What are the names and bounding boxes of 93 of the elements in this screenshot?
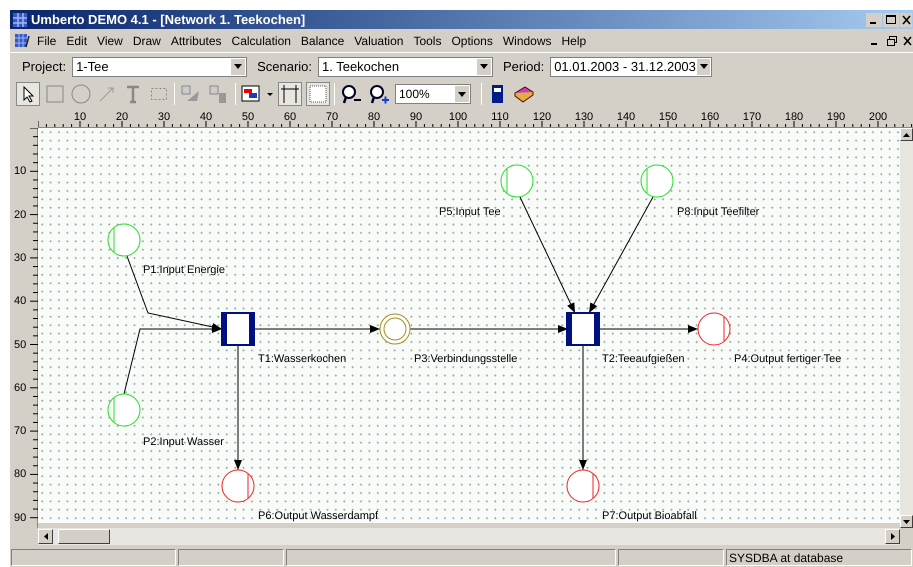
scroll-right-icon[interactable] <box>890 533 894 540</box>
maximize-button[interactable] <box>883 12 899 26</box>
ruler-label: 140 <box>616 110 636 125</box>
scroll-thumb[interactable] <box>58 529 110 544</box>
node-label: P4:Output fertiger Tee <box>734 352 842 367</box>
ruler-label: 50 <box>242 110 254 125</box>
menu-item[interactable]: Tools <box>408 32 446 50</box>
ruler-label: 170 <box>742 110 762 125</box>
grid-frame-tool[interactable] <box>278 82 302 106</box>
output-place <box>698 312 730 346</box>
restore-button[interactable] <box>884 34 900 48</box>
ruler-label: 80 <box>14 467 26 482</box>
ruler-label: 30 <box>14 250 26 266</box>
caret-icon[interactable] <box>458 92 466 96</box>
window-title: Umberto DEMO 4.1 - [Network 1. Teekochen] <box>31 10 306 29</box>
node-label: P8:Input Teefilter <box>677 205 760 220</box>
ruler-label: 10 <box>74 110 86 125</box>
zoom-in-icon[interactable] <box>367 83 391 105</box>
node-label: P6:Output Wasserdampf <box>258 509 378 524</box>
ruler-label: 100 <box>448 110 468 125</box>
ruler-label: 50 <box>14 337 26 352</box>
ruler-label: 160 <box>700 110 720 125</box>
document-icon <box>14 33 32 49</box>
node-label: T1:Wasserkochen <box>258 352 346 367</box>
minimize-button[interactable] <box>866 12 882 26</box>
ruler-label: 180 <box>784 110 804 125</box>
menu-item[interactable]: Windows <box>498 32 557 50</box>
ruler-label: 150 <box>658 110 678 125</box>
menu-item[interactable]: Draw <box>128 32 166 50</box>
ruler-label: 70 <box>326 110 338 125</box>
ruler-label: 60 <box>14 380 26 396</box>
output-place <box>566 470 600 502</box>
zoom-dropdown[interactable]: 100% <box>395 84 471 104</box>
close-button[interactable] <box>900 12 912 26</box>
transition-box <box>221 312 255 346</box>
field-label: Period: <box>503 58 544 76</box>
menu-item[interactable]: Attributes <box>166 32 227 50</box>
field-label: Scenario: <box>257 58 312 76</box>
zoom-out-icon[interactable] <box>339 83 363 105</box>
menu-item[interactable]: File <box>32 32 62 50</box>
app-icon <box>12 12 28 28</box>
menu-item[interactable]: Edit <box>61 32 92 50</box>
dropdown[interactable]: 01.01.2003 - 31.12.2003 <box>550 56 712 76</box>
ruler-label: 200 <box>868 110 888 125</box>
menu-item[interactable]: Balance <box>296 32 350 50</box>
node-label: P3:Verbindungsstelle <box>414 352 518 367</box>
dropdown[interactable]: 1. Teekochen <box>318 56 493 76</box>
scroll-down-icon[interactable] <box>903 520 910 524</box>
caret-icon[interactable] <box>480 64 488 69</box>
ruler-label: 20 <box>116 110 128 125</box>
connection-place <box>380 314 410 344</box>
output-place <box>222 470 254 502</box>
input-place <box>640 164 674 198</box>
menu-item[interactable]: View <box>92 32 128 50</box>
menu-item[interactable]: Options <box>446 32 498 50</box>
vertical-scrollbar[interactable] <box>900 128 913 528</box>
ruler-label: 110 <box>491 110 509 125</box>
ruler-label: 60 <box>284 110 296 125</box>
ruler-label: 20 <box>14 207 26 222</box>
pointer-tool[interactable] <box>16 82 40 106</box>
scroll-up-icon[interactable] <box>903 132 910 136</box>
node-label: P7:Output Bioabfall <box>602 509 697 524</box>
grid-tool[interactable] <box>306 82 330 106</box>
close-button[interactable] <box>901 34 913 48</box>
scroll-left-icon[interactable] <box>44 533 48 540</box>
ruler-label: 40 <box>14 294 26 309</box>
ruler-label: 30 <box>158 110 170 125</box>
node-label: T2:Teeaufgießen <box>602 352 685 367</box>
dropdown[interactable]: 1-Tee <box>72 56 248 76</box>
ruler-label: 80 <box>368 110 380 125</box>
horizontal-scrollbar[interactable] <box>38 528 900 545</box>
caret-icon[interactable] <box>700 64 708 69</box>
node-label: P5:Input Tee <box>439 205 501 220</box>
ruler-label: 120 <box>532 110 552 125</box>
ruler-label: 130 <box>574 110 594 125</box>
menu-item[interactable]: Help <box>556 32 592 50</box>
input-place <box>500 164 534 198</box>
menu-item[interactable]: Valuation <box>349 32 408 50</box>
input-place <box>108 394 140 426</box>
ruler-label: 90 <box>410 110 422 125</box>
status-text: SYSDBA at database <box>729 550 844 564</box>
node-label: P2:Input Wasser <box>143 435 224 450</box>
transition-box <box>566 312 600 346</box>
field-label: Project: <box>22 58 66 76</box>
caret-icon[interactable] <box>234 64 242 69</box>
ruler-label: 190 <box>826 110 846 125</box>
node-label: P1:Input Energie <box>143 263 225 278</box>
menu-item[interactable]: Calculation <box>226 32 296 50</box>
ruler-label: 70 <box>14 424 26 439</box>
ruler-label: 40 <box>200 110 212 125</box>
input-place <box>108 224 140 256</box>
ruler-label: 10 <box>14 164 26 180</box>
ruler-label: 90 <box>14 510 26 526</box>
